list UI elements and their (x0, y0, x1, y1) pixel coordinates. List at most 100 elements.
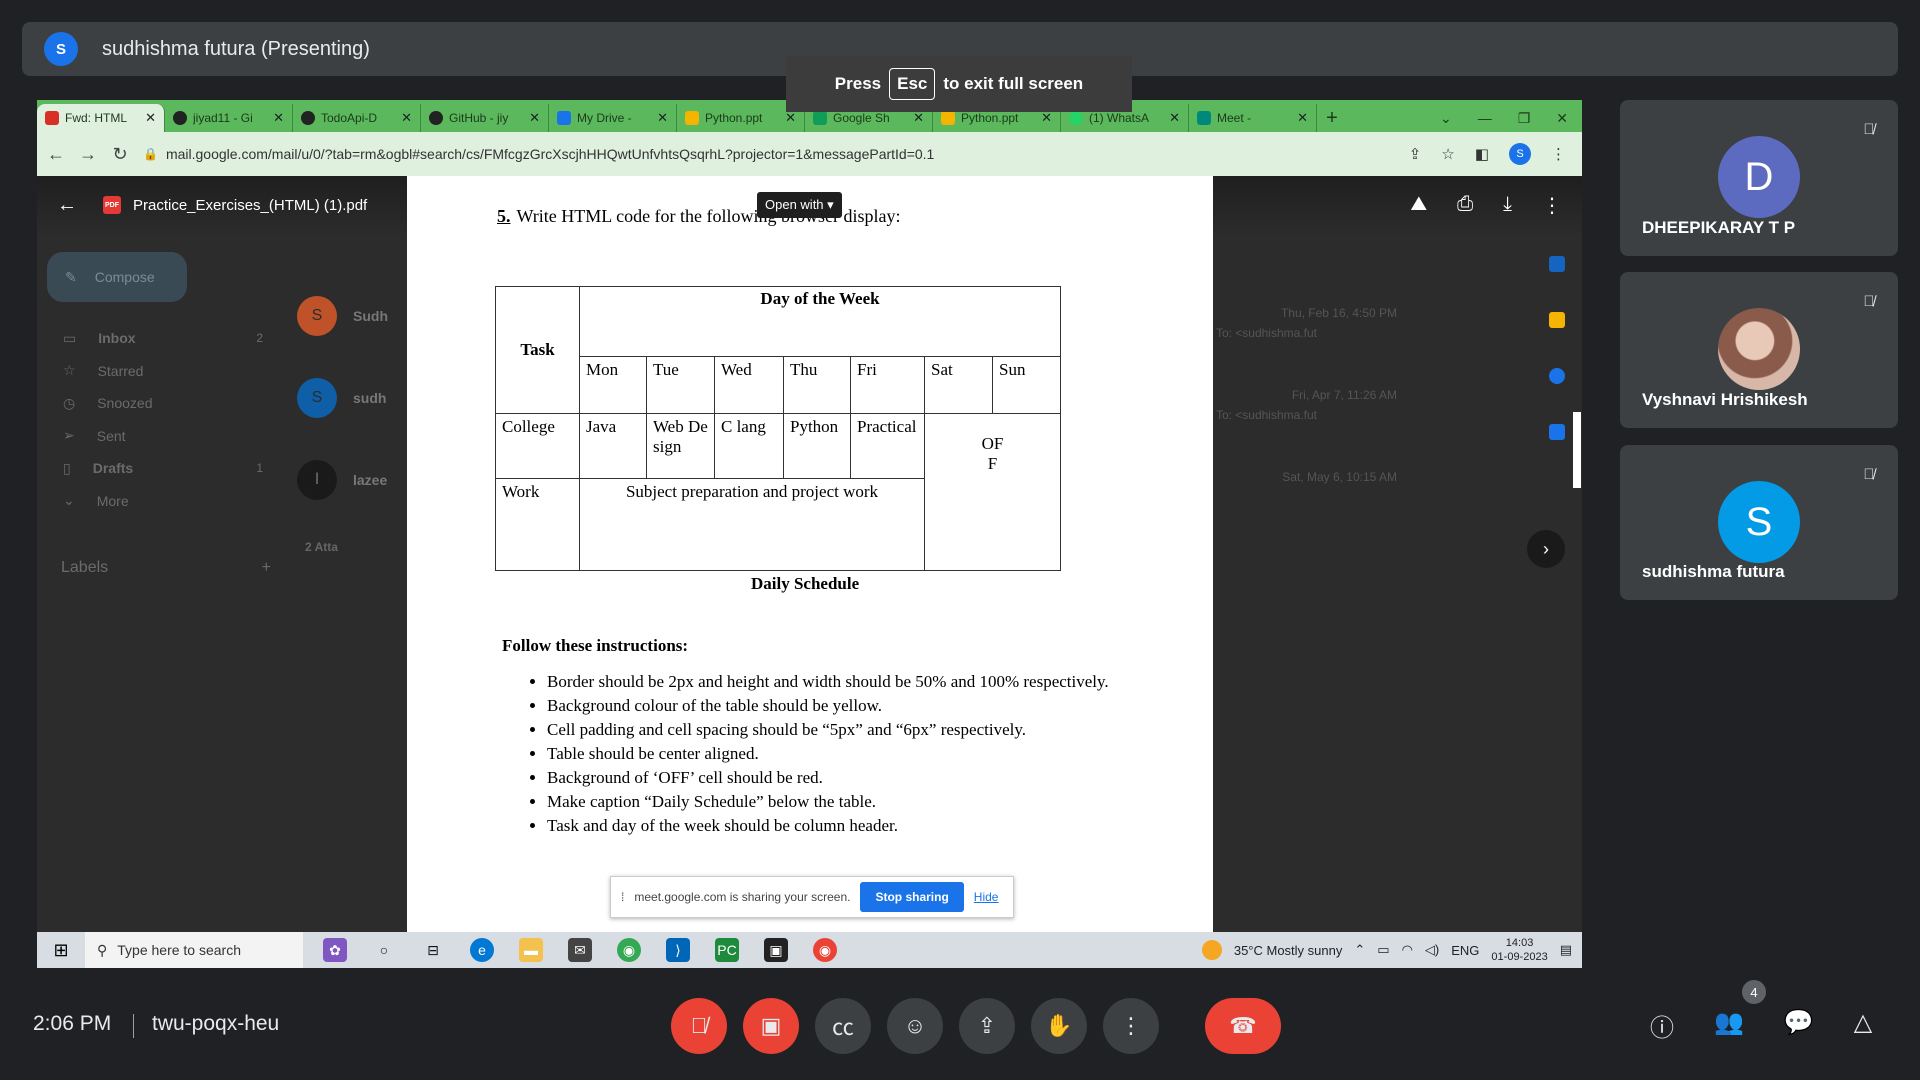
sidebar-item-starred[interactable]: ☆ Starred (63, 355, 263, 388)
back-arrow-icon[interactable]: ← (57, 194, 77, 217)
participant-tile[interactable]: 🎙̸ S sudhishma futura (1620, 445, 1898, 600)
download-icon[interactable]: ⤓ (1503, 193, 1512, 218)
weather-text[interactable]: 35°C Mostly sunny (1234, 943, 1343, 958)
taskbar-search[interactable]: ⚲ Type here to search (85, 932, 303, 968)
pdf-page: 5. Write HTML code for the following brow… (407, 176, 1213, 932)
close-tab-icon[interactable]: ✕ (1297, 110, 1308, 126)
browser-tab[interactable]: TodoApi-D ✕ (293, 104, 421, 132)
close-tab-icon[interactable]: ✕ (401, 110, 412, 126)
raise-hand-button[interactable]: ✋ (1031, 998, 1087, 1054)
sidebar-item-inbox[interactable]: ▭ Inbox 2 (63, 322, 263, 355)
calendar-icon[interactable] (1549, 256, 1565, 272)
contacts-icon[interactable] (1549, 424, 1565, 440)
reactions-button[interactable]: ☺ (887, 998, 943, 1054)
more-options-button[interactable]: ⋮ (1103, 998, 1159, 1054)
mic-off-icon: 🎙̸ (690, 1013, 708, 1038)
list-item: Table should be center aligned. (547, 742, 1109, 766)
close-tab-icon[interactable]: ✕ (1041, 110, 1052, 126)
more-options-icon[interactable]: ⋮ (1542, 193, 1562, 218)
tab-search-icon[interactable]: ⌄ (1440, 110, 1452, 127)
taskbar-clock[interactable]: 14:03 01-09-2023 (1491, 936, 1547, 964)
new-tab-icon[interactable]: + (1317, 104, 1347, 132)
day-cell: Fri (850, 356, 925, 414)
drag-handle-icon[interactable]: ⁞ (621, 890, 624, 904)
add-to-drive-icon[interactable]: ⛰ (1410, 193, 1427, 218)
forward-icon[interactable]: → (79, 144, 97, 165)
add-label-icon[interactable]: + (262, 559, 271, 577)
photos-icon[interactable]: ▣ (764, 938, 788, 962)
tasks-icon[interactable] (1549, 368, 1565, 384)
present-button[interactable]: ⇪ (959, 998, 1015, 1054)
next-file-button[interactable]: › (1527, 530, 1565, 568)
browser-tab[interactable]: Fwd: HTML ✕ (37, 104, 165, 132)
participant-tile[interactable]: 🎙̸ D DHEEPIKARAY T P (1620, 100, 1898, 256)
compose-button[interactable]: ✎ Compose (47, 252, 187, 302)
window-controls: ⌄ — ❐ ✕ (1440, 104, 1582, 132)
day-cell: Sun (992, 356, 1061, 414)
task-view-icon[interactable]: ⊟ (421, 938, 445, 962)
wifi-icon[interactable]: ◠ (1402, 942, 1413, 958)
close-tab-icon[interactable]: ✕ (145, 110, 156, 126)
camera-toggle-button[interactable]: ▣ (743, 998, 799, 1054)
leave-call-button[interactable]: ☎ (1205, 998, 1281, 1054)
share-icon[interactable]: ⇪ (1409, 145, 1422, 163)
pycharm-icon[interactable]: PC (715, 938, 739, 962)
profile-avatar[interactable]: S (1509, 143, 1531, 165)
chevron-up-icon[interactable]: ⌃ (1354, 942, 1365, 958)
whatsapp-icon (1069, 111, 1083, 125)
windows-start-icon[interactable]: ⊞ (37, 940, 85, 961)
back-icon[interactable]: ← (47, 144, 65, 165)
edge-icon[interactable]: e (470, 938, 494, 962)
sidebar-item-more[interactable]: ⌄ More (63, 485, 263, 518)
divider (133, 1014, 134, 1038)
url-field[interactable]: 🔒 mail.google.com/mail/u/0/?tab=rm&ogbl#… (143, 139, 1395, 169)
mic-off-icon: 🎙̸ (1863, 465, 1875, 483)
volume-icon[interactable]: ◁) (1425, 942, 1439, 958)
hide-link[interactable]: Hide (974, 890, 999, 904)
restore-icon[interactable]: ❐ (1518, 110, 1531, 127)
flowers-widget-icon[interactable]: ✿ (323, 938, 347, 962)
participant-tile[interactable]: 🎙̸ Vyshnavi Hrishikesh (1620, 272, 1898, 428)
close-tab-icon[interactable]: ✕ (529, 110, 540, 126)
print-icon[interactable]: ⎙ (1457, 193, 1473, 218)
chat-icon[interactable]: 💬 (1784, 1008, 1814, 1043)
weather-icon (1201, 940, 1222, 960)
info-icon[interactable]: ⓘ (1650, 1008, 1674, 1043)
close-tab-icon[interactable]: ✕ (785, 110, 796, 126)
battery-icon[interactable]: ▭ (1377, 942, 1389, 958)
chrome-icon[interactable]: ◉ (617, 938, 641, 962)
stop-sharing-button[interactable]: Stop sharing (860, 882, 964, 912)
vscode-icon[interactable]: ⟩ (666, 938, 690, 962)
minimize-icon[interactable]: — (1478, 110, 1492, 126)
browser-menu-icon[interactable]: ⋮ (1551, 145, 1566, 163)
browser-tab[interactable]: My Drive - ✕ (549, 104, 677, 132)
cortana-icon[interactable]: ○ (372, 938, 396, 962)
chrome-icon[interactable]: ◉ (813, 938, 837, 962)
browser-tab[interactable]: jiyad11 - Gi ✕ (165, 104, 293, 132)
people-icon[interactable]: 👥 (1714, 1008, 1744, 1043)
close-tab-icon[interactable]: ✕ (273, 110, 284, 126)
windows-taskbar: ⊞ ⚲ Type here to search ✿ ○ ⊟ e ▬ ✉ ◉ ⟩ … (37, 932, 1582, 968)
side-panel-icon[interactable]: ◧ (1475, 145, 1489, 163)
sidebar-item-sent[interactable]: ➢ Sent (63, 420, 263, 453)
language-indicator[interactable]: ENG (1451, 943, 1479, 958)
file-explorer-icon[interactable]: ▬ (519, 938, 543, 962)
mic-toggle-button[interactable]: 🎙̸ (671, 998, 727, 1054)
pdf-icon: PDF (103, 196, 121, 214)
close-window-icon[interactable]: ✕ (1556, 110, 1568, 127)
open-with-button[interactable]: Open with ▾ (757, 192, 842, 218)
bookmark-star-icon[interactable]: ☆ (1441, 145, 1454, 163)
mail-icon[interactable]: ✉ (568, 938, 592, 962)
notification-icon[interactable]: ▤ (1560, 942, 1572, 958)
sidebar-item-drafts[interactable]: ▯ Drafts 1 (63, 452, 263, 485)
browser-tab[interactable]: Meet - ✕ (1189, 104, 1317, 132)
captions-button[interactable]: ㏄ (815, 998, 871, 1054)
keep-icon[interactable] (1549, 312, 1565, 328)
sidebar-item-snoozed[interactable]: ◷ Snoozed (63, 387, 263, 420)
close-tab-icon[interactable]: ✕ (1169, 110, 1180, 126)
browser-tab[interactable]: GitHub - jiy ✕ (421, 104, 549, 132)
close-tab-icon[interactable]: ✕ (913, 110, 924, 126)
activities-icon[interactable]: △ (1854, 1008, 1872, 1043)
reload-icon[interactable]: ↻ (111, 144, 129, 165)
close-tab-icon[interactable]: ✕ (657, 110, 668, 126)
